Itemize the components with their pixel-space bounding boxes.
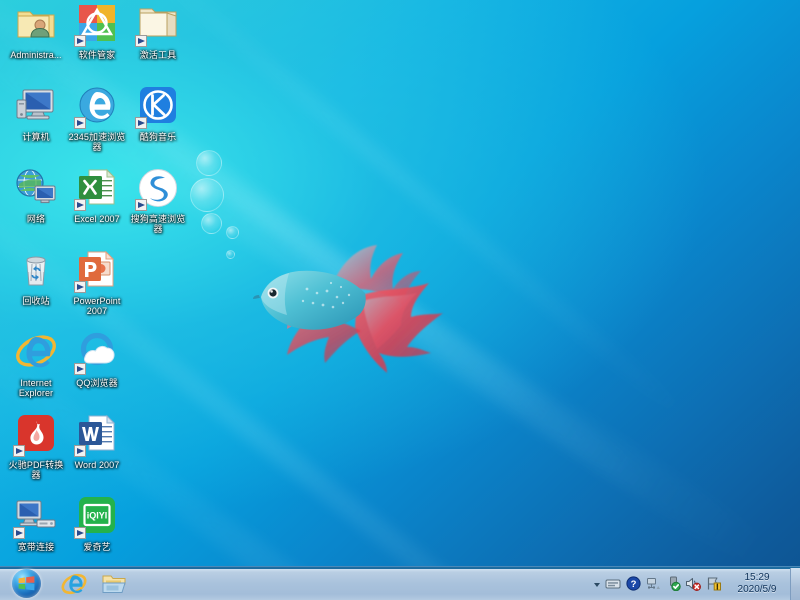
system-tray[interactable]: ? — [589, 568, 800, 600]
desktop-icon[interactable]: QQ浏览器 — [66, 332, 128, 388]
pdf-converter-icon — [5, 414, 67, 458]
excel-icon — [66, 168, 128, 212]
desktop-icon[interactable]: 计算机 — [5, 86, 67, 142]
svg-text:iQIYI: iQIYI — [87, 511, 108, 521]
shortcut-arrow-icon — [135, 199, 147, 211]
taskbar-internet-explorer-icon[interactable] — [55, 569, 93, 599]
desktop-icon-label: 网络 — [5, 214, 67, 224]
clock-time: 15:29 — [728, 572, 786, 584]
desktop-icon-label: Word 2007 — [66, 460, 128, 470]
powerpoint-icon — [66, 250, 128, 294]
desktop-icon[interactable]: 软件管家 — [66, 4, 128, 60]
network-tray-icon[interactable] — [645, 576, 661, 592]
desktop-icon[interactable]: 搜狗高速浏览器 — [127, 168, 189, 234]
desktop-icon[interactable]: 激活工具 — [127, 4, 189, 60]
recycle-bin-icon — [5, 250, 67, 294]
bubble — [196, 150, 222, 176]
input-method-icon[interactable] — [605, 576, 621, 592]
bubble — [226, 250, 235, 259]
desktop-icon-label: 爱奇艺 — [66, 542, 128, 552]
desktop[interactable]: Administra... 软件管家 激活工具 计算机 2345加速浏览器 — [0, 0, 800, 600]
show-hidden-icons-arrow[interactable] — [589, 576, 605, 592]
kugou-music-icon — [127, 86, 189, 130]
software-manager-icon — [66, 4, 128, 48]
broadband-connection-icon — [5, 496, 67, 540]
safely-remove-icon[interactable] — [665, 576, 681, 592]
desktop-icon-label: Administra... — [5, 50, 67, 60]
taskbar-windows-explorer-icon[interactable] — [95, 569, 133, 599]
desktop-icon[interactable]: PowerPoint 2007 — [66, 250, 128, 316]
internet-explorer-icon — [5, 332, 67, 376]
desktop-icon[interactable]: 宽带连接 — [5, 496, 67, 552]
svg-text:?: ? — [630, 579, 636, 590]
sogou-browser-icon — [127, 168, 189, 212]
desktop-icon[interactable]: Internet Explorer — [5, 332, 67, 398]
network-icon — [5, 168, 67, 212]
desktop-icon-label: Excel 2007 — [66, 214, 128, 224]
taskbar[interactable]: ? — [0, 566, 800, 600]
shortcut-arrow-icon — [135, 35, 147, 47]
desktop-icon-label: 软件管家 — [66, 50, 128, 60]
shortcut-arrow-icon — [74, 35, 86, 47]
bubble — [201, 213, 222, 234]
light-ray — [108, 0, 702, 432]
folder-icon — [127, 4, 189, 48]
betta-fish-illustration — [245, 235, 445, 380]
shortcut-arrow-icon — [135, 117, 147, 129]
shortcut-arrow-icon — [74, 199, 86, 211]
word-icon — [66, 414, 128, 458]
desktop-icon-label: 计算机 — [5, 132, 67, 142]
bubble — [190, 178, 224, 212]
shortcut-arrow-icon — [74, 527, 86, 539]
desktop-icon-label: 搜狗高速浏览器 — [127, 214, 189, 234]
computer-icon — [5, 86, 67, 130]
user-folder-icon — [5, 4, 67, 48]
shortcut-arrow-icon — [74, 281, 86, 293]
shortcut-arrow-icon — [13, 527, 25, 539]
desktop-icon[interactable]: 酷狗音乐 — [127, 86, 189, 142]
desktop-icon[interactable]: Administra... — [5, 4, 67, 60]
clock[interactable]: 15:29 2020/5/9 — [726, 572, 788, 596]
volume-muted-icon[interactable] — [685, 576, 701, 592]
desktop-icon[interactable]: Excel 2007 — [66, 168, 128, 224]
qq-browser-icon — [66, 332, 128, 376]
desktop-icon[interactable]: 回收站 — [5, 250, 67, 306]
desktop-icon[interactable]: 2345加速浏览器 — [66, 86, 128, 152]
show-desktop-button[interactable] — [790, 568, 800, 600]
desktop-icon[interactable]: iQIYI 爱奇艺 — [66, 496, 128, 552]
desktop-icon-label: 回收站 — [5, 296, 67, 306]
quick-launch-bar[interactable] — [55, 569, 133, 599]
windows-orb-icon — [12, 569, 41, 598]
desktop-icon-label: 酷狗音乐 — [127, 132, 189, 142]
tray-icon-list[interactable]: ? — [605, 576, 726, 592]
shortcut-arrow-icon — [74, 117, 86, 129]
desktop-icon-label: QQ浏览器 — [66, 378, 128, 388]
desktop-icon[interactable]: 网络 — [5, 168, 67, 224]
desktop-icon-label: 激活工具 — [127, 50, 189, 60]
desktop-icon[interactable]: 火驰PDF转换器 — [5, 414, 67, 480]
shortcut-arrow-icon — [13, 445, 25, 457]
action-center-icon[interactable] — [705, 576, 721, 592]
desktop-icon-label: 宽带连接 — [5, 542, 67, 552]
iqiyi-icon: iQIYI — [66, 496, 128, 540]
bubble — [226, 226, 239, 239]
shortcut-arrow-icon — [74, 445, 86, 457]
ie-browser-icon — [66, 86, 128, 130]
shortcut-arrow-icon — [74, 363, 86, 375]
desktop-icon-label: 火驰PDF转换器 — [5, 460, 67, 480]
desktop-icon-label: 2345加速浏览器 — [66, 132, 128, 152]
clock-date: 2020/5/9 — [728, 584, 786, 596]
desktop-icon-label: Internet Explorer — [5, 378, 67, 398]
start-button[interactable] — [1, 568, 51, 600]
help-icon[interactable]: ? — [625, 576, 641, 592]
desktop-icon-label: PowerPoint 2007 — [66, 296, 128, 316]
desktop-icon[interactable]: Word 2007 — [66, 414, 128, 470]
